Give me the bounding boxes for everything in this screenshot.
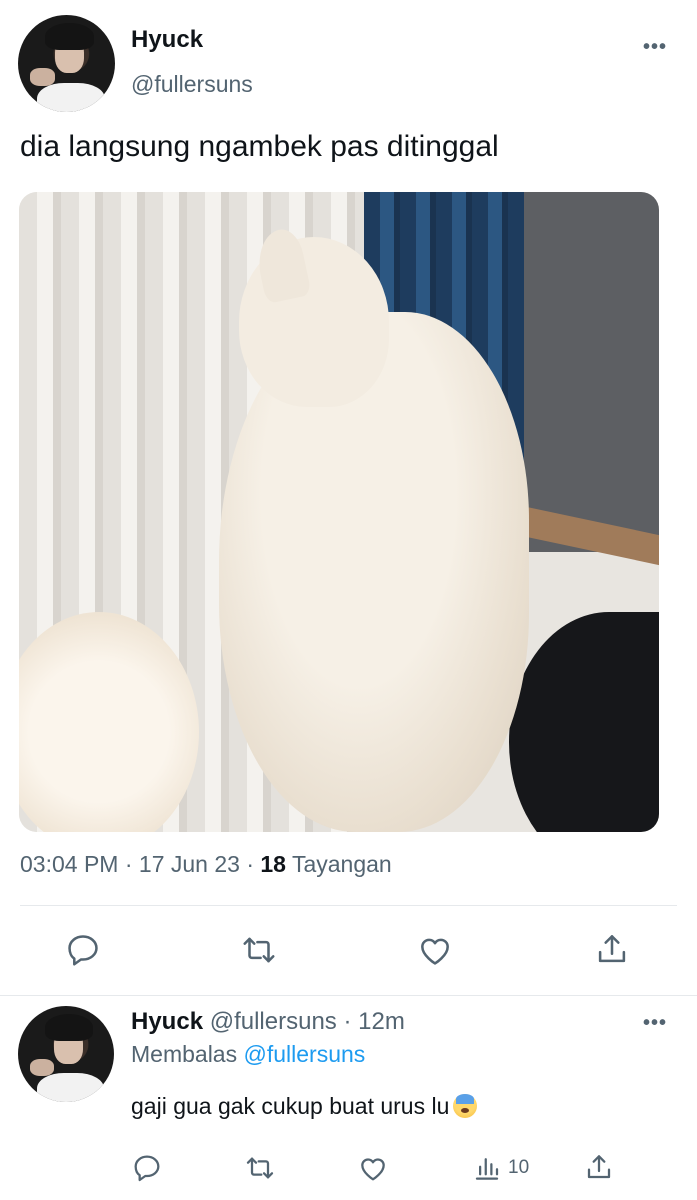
views-count: 18 (260, 851, 286, 877)
replying-prefix: Membalas (131, 1041, 238, 1067)
like-button[interactable] (357, 1152, 389, 1184)
meta-separator: · (124, 851, 133, 877)
reply-icon (134, 1155, 160, 1182)
author-avatar[interactable] (18, 15, 115, 112)
divider (20, 905, 677, 906)
retweet-icon (246, 1157, 274, 1179)
retweet-icon (243, 937, 275, 963)
author-display-name[interactable]: Hyuck (131, 26, 203, 54)
tweet-photo[interactable] (19, 192, 659, 832)
tweet-date[interactable]: 17 Jun 23 (139, 851, 240, 877)
share-button[interactable] (583, 1151, 615, 1183)
reply-author-handle[interactable]: @fullersuns (210, 1008, 337, 1035)
views-button[interactable]: 10 (472, 1152, 529, 1184)
tweet-text: dia langsung ngambek pas ditinggal (20, 130, 499, 163)
heart-icon (361, 1158, 385, 1181)
views-count: 10 (508, 1157, 530, 1178)
avatar-hair (44, 1013, 93, 1041)
replying-to: Membalas @fullersuns (131, 1041, 365, 1068)
more-options-icon[interactable]: ••• (643, 36, 667, 59)
reply-author-avatar[interactable] (18, 1006, 114, 1102)
views-label: Tayangan (291, 851, 392, 877)
avatar-shirt (37, 82, 106, 112)
avatar-hand (29, 68, 55, 86)
like-button[interactable] (416, 931, 454, 969)
meta-separator: · (343, 1008, 352, 1035)
reply-text: gaji gua gak cukup buat urus lu (131, 1093, 478, 1120)
avatar-hair (45, 22, 94, 50)
avatar-hand (29, 1058, 55, 1077)
anxious-face-emoji-icon (453, 1094, 478, 1118)
more-options-icon[interactable]: ••• (643, 1012, 667, 1035)
reply-author-display-name[interactable]: Hyuck (131, 1008, 203, 1035)
tweet-time[interactable]: 03:04 PM (20, 851, 118, 877)
share-button[interactable] (593, 930, 631, 968)
reply-time-ago[interactable]: 12m (358, 1008, 405, 1035)
replying-mention-link[interactable]: @fullersuns (244, 1041, 366, 1067)
heart-icon (421, 938, 449, 965)
share-icon (598, 935, 626, 963)
meta-separator: · (246, 851, 254, 877)
author-handle[interactable]: @fullersuns (131, 71, 253, 98)
retweet-button[interactable] (240, 931, 278, 969)
reply-text-content: gaji gua gak cukup buat urus lu (131, 1093, 450, 1119)
divider (0, 995, 697, 996)
share-icon (587, 1155, 611, 1179)
retweet-button[interactable] (244, 1152, 276, 1184)
reply-icon (68, 935, 98, 966)
reply-button[interactable] (64, 931, 102, 969)
reply-header: Hyuck @fullersuns · 12m (131, 1008, 405, 1036)
reply-button[interactable] (131, 1152, 163, 1184)
analytics-icon (475, 1158, 499, 1180)
avatar-shirt (37, 1073, 105, 1102)
tweet-meta: 03:04 PM · 17 Jun 23 · 18 Tayangan (20, 851, 392, 878)
